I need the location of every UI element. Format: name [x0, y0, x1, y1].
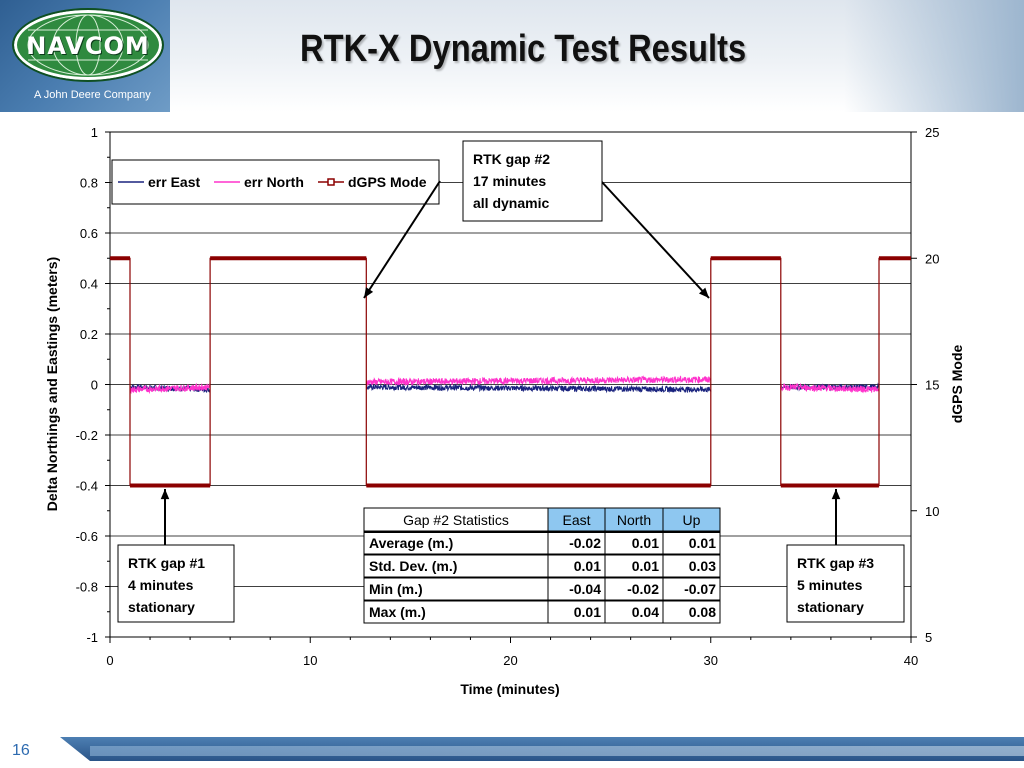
- tick-label-y: 0.4: [80, 277, 98, 292]
- tick-label-y2: 20: [925, 251, 939, 266]
- table-row-label: Min (m.): [369, 581, 423, 597]
- tick-label-y: -0.8: [76, 580, 98, 595]
- table-value: 0.01: [632, 558, 659, 574]
- y2-axis-label: dGPS Mode: [949, 345, 965, 424]
- page-number: 16: [12, 742, 30, 759]
- table-header-label: Gap #2 Statistics: [403, 512, 509, 528]
- table-row-label: Max (m.): [369, 604, 426, 620]
- table-value: 0.03: [689, 558, 716, 574]
- tick-label-y: 0.2: [80, 327, 98, 342]
- table-value: 0.01: [574, 604, 601, 620]
- tick-label-x: 0: [106, 653, 113, 668]
- tick-label-y: 0: [91, 378, 98, 393]
- tick-label-y2: 10: [925, 504, 939, 519]
- table-value: 0.04: [632, 604, 659, 620]
- annotation-text-gap2: 17 minutes: [473, 173, 546, 189]
- table-row-label: Std. Dev. (m.): [369, 558, 457, 574]
- chart: 1 0.8 0.6 0.4 0.2 0 -0.2 -0.4 -0.6 -0.8 -1 25 20 15 10…: [44, 125, 965, 697]
- tick-label-y2: 5: [925, 630, 932, 645]
- table-row-label: Average (m.): [369, 535, 453, 551]
- tick-label-y: -0.2: [76, 428, 98, 443]
- legend-label: err East: [148, 174, 200, 190]
- table-value: 0.01: [689, 535, 716, 551]
- table-value: -0.07: [684, 581, 716, 597]
- tick-label-y2: 25: [925, 125, 939, 140]
- annotation-text-gap3: 5 minutes: [797, 577, 863, 593]
- annotation-text-gap1: 4 minutes: [128, 577, 194, 593]
- table-header-label: North: [617, 512, 651, 528]
- footer-highlight: [90, 746, 1024, 756]
- table-header-label: East: [562, 512, 590, 528]
- annotation-text-gap2: all dynamic: [473, 195, 549, 211]
- tick-label-x: 40: [904, 653, 918, 668]
- annotation-text-gap1: stationary: [128, 599, 195, 615]
- table-value: 0.08: [689, 604, 716, 620]
- y-axis-label: Delta Northings and Eastings (meters): [44, 257, 60, 511]
- table-value: 0.01: [632, 535, 659, 551]
- table-value: 0.01: [574, 558, 601, 574]
- tick-label-y: -0.6: [76, 529, 98, 544]
- tick-label-x: 10: [303, 653, 317, 668]
- table-value: -0.02: [569, 535, 601, 551]
- legend-marker: [327, 178, 335, 186]
- annotation-text-gap1: RTK gap #1: [128, 555, 205, 571]
- annotation-text-gap3: RTK gap #3: [797, 555, 874, 571]
- tick-label-y: -1: [86, 630, 98, 645]
- table-header-label: Up: [683, 512, 701, 528]
- tick-label-y2: 15: [925, 378, 939, 393]
- table-value: -0.02: [627, 581, 659, 597]
- x-axis-label: Time (minutes): [460, 681, 559, 697]
- tick-label-y: 0.6: [80, 226, 98, 241]
- tick-label-x: 20: [503, 653, 517, 668]
- legend-label: err North: [244, 174, 304, 190]
- legend-label: dGPS Mode: [348, 174, 427, 190]
- annotation-text-gap3: stationary: [797, 599, 864, 615]
- table-value: -0.04: [569, 581, 601, 597]
- tick-label-y: 1: [91, 125, 98, 140]
- annotation-text-gap2: RTK gap #2: [473, 151, 550, 167]
- tick-label-y: 0.8: [80, 176, 98, 191]
- tick-label-y: -0.4: [76, 479, 98, 494]
- tick-label-x: 30: [704, 653, 718, 668]
